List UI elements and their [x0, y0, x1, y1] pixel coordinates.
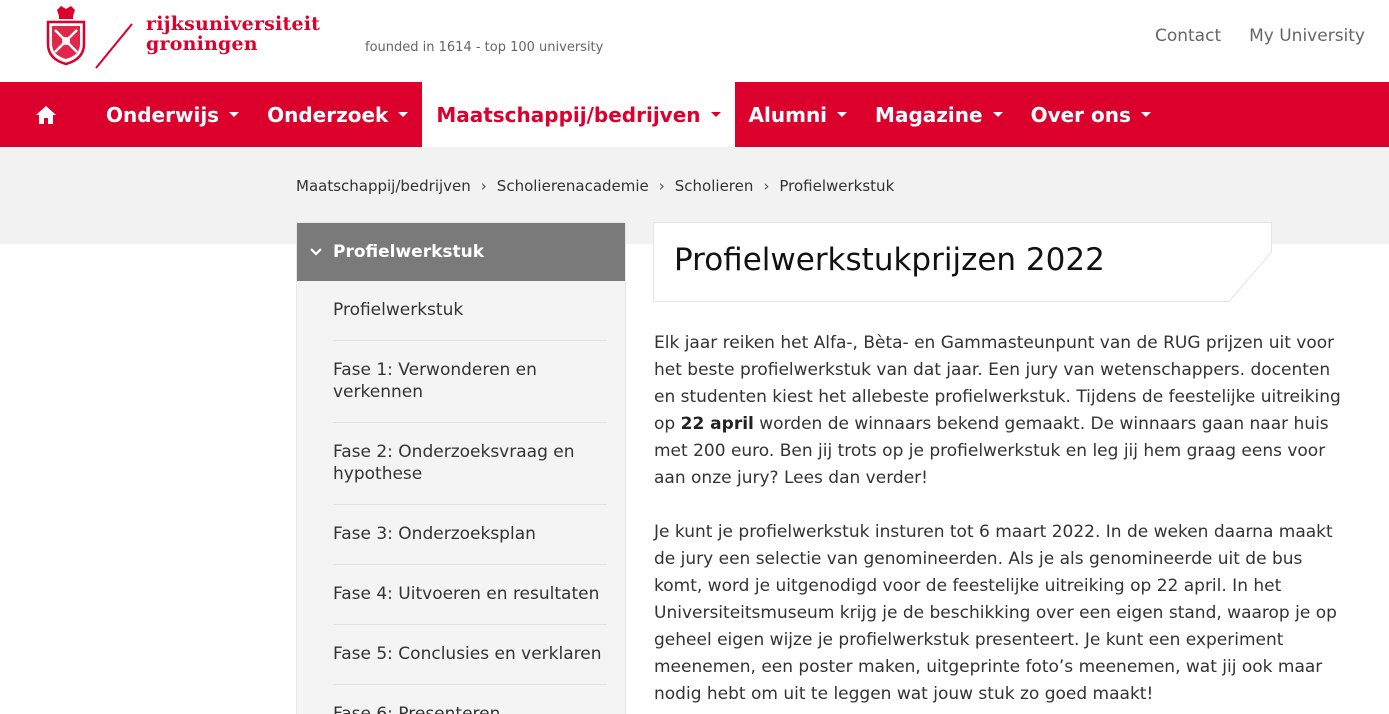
site-header: rijksuniversiteit groningen founded in 1… [0, 0, 1389, 82]
section-sidebar: Profielwerkstuk Profielwerkstuk Fase 1: … [296, 222, 626, 714]
sidebar-item-fase-3[interactable]: Fase 3: Onderzoeksplan [333, 505, 607, 565]
sidebar-item-fase-5[interactable]: Fase 5: Conclusies en verklaren [333, 625, 607, 685]
nav-label: Maatschappij/bedrijven [436, 102, 701, 127]
sidebar-item-fase-4[interactable]: Fase 4: Uitvoeren en resultaten [333, 565, 607, 625]
page-title: Profielwerkstukprijzen 2022 [674, 242, 1105, 278]
nav-label: Onderwijs [106, 102, 220, 127]
paragraph-2: Je kunt je profielwerkstuk insturen tot … [654, 522, 1337, 704]
tagline: founded in 1614 - top 100 university [365, 40, 604, 55]
nav-label: Over ons [1030, 102, 1131, 127]
nav-item-over-ons[interactable]: Over ons [1017, 82, 1165, 147]
nav-item-alumni[interactable]: Alumni [735, 82, 862, 147]
contact-link[interactable]: Contact [1155, 26, 1221, 46]
nav-label: Alumni [748, 102, 828, 127]
caret-down-icon [398, 112, 409, 117]
caret-down-icon [992, 112, 1003, 117]
caret-down-icon [1140, 112, 1151, 117]
sidebar-item-fase-6[interactable]: Fase 6: Presenteren [333, 685, 607, 714]
nav-label: Magazine [875, 102, 983, 127]
my-university-link[interactable]: My University [1249, 26, 1365, 46]
home-icon [36, 105, 56, 124]
paragraph-1: Elk jaar reiken het Alfa-, Bèta- en Gamm… [654, 330, 1354, 492]
breadcrumb-item[interactable]: Maatschappij/bedrijven [296, 177, 471, 195]
caret-down-icon [229, 112, 240, 117]
nav-item-magazine[interactable]: Magazine [861, 82, 1017, 147]
nav-item-onderwijs[interactable]: Onderwijs [92, 82, 253, 147]
paragraph-1-date: 22 april [680, 414, 754, 434]
logo-line-1: rijksuniversiteit [146, 13, 321, 35]
sidebar-item-profielwerkstuk[interactable]: Profielwerkstuk [333, 281, 607, 341]
logo-wordmark[interactable]: rijksuniversiteit groningen [146, 14, 320, 54]
nav-item-maatschappij[interactable]: Maatschappij/bedrijven [422, 82, 735, 147]
caret-down-icon [837, 112, 848, 117]
nav-item-onderzoek[interactable]: Onderzoek [253, 82, 422, 147]
breadcrumb-separator-icon: › [480, 177, 487, 195]
home-button[interactable] [0, 82, 92, 147]
breadcrumb-item[interactable]: Scholierenacademie [497, 177, 649, 195]
sidebar-list: Profielwerkstuk Fase 1: Verwonderen en v… [297, 281, 625, 714]
top-links: Contact My University [1155, 26, 1365, 46]
breadcrumb-separator-icon: › [658, 177, 665, 195]
caret-down-icon [710, 112, 721, 117]
breadcrumb: Maatschappij/bedrijven › Scholierenacade… [296, 177, 894, 195]
sidebar-heading[interactable]: Profielwerkstuk [297, 223, 625, 281]
chevron-down-icon [310, 248, 322, 256]
breadcrumb-item-current: Profielwerkstuk [779, 177, 895, 195]
main-nav: Onderwijs Onderzoek Maatschappij/bedrijv… [0, 82, 1389, 147]
article-content: Elk jaar reiken het Alfa-, Bèta- en Gamm… [654, 330, 1354, 714]
paragraph-1-text-end: worden de winnaars bekend gemaakt. De wi… [654, 414, 1329, 488]
nav-label: Onderzoek [267, 102, 389, 127]
page-title-box: Profielwerkstukprijzen 2022 [653, 222, 1273, 302]
breadcrumb-separator-icon: › [763, 177, 770, 195]
sidebar-item-fase-1[interactable]: Fase 1: Verwonderen en verkennen [333, 341, 607, 423]
sidebar-heading-label: Profielwerkstuk [333, 242, 485, 262]
logo-line-2: groningen [146, 33, 258, 55]
university-crest-icon[interactable] [45, 4, 87, 66]
breadcrumb-item[interactable]: Scholieren [675, 177, 754, 195]
logo-slash-icon [95, 23, 133, 69]
sidebar-item-fase-2[interactable]: Fase 2: Onderzoeksvraag en hypothese [333, 423, 607, 505]
